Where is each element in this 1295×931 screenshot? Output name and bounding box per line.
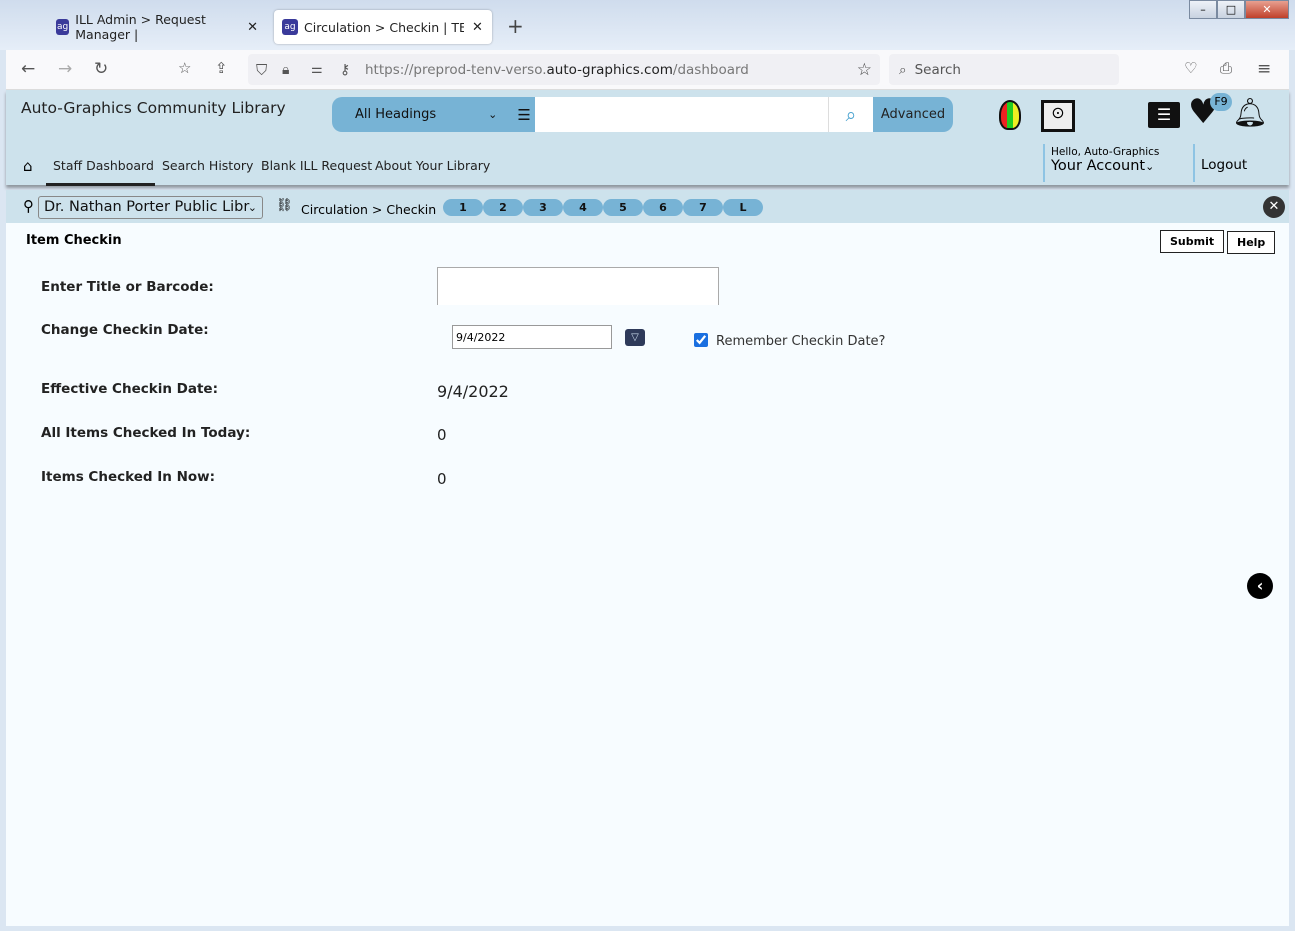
active-nav-underline: [46, 183, 155, 186]
chevron-left-icon[interactable]: ‹: [1247, 573, 1273, 599]
lock-warning-icon[interactable]: 🔒︎: [282, 62, 289, 78]
window-controls: – □ ✕: [1189, 0, 1289, 19]
list-icon[interactable]: ☰: [1148, 102, 1180, 128]
close-tab-icon[interactable]: ✕: [247, 20, 258, 35]
print-icon[interactable]: ⎙: [1220, 59, 1232, 77]
search-records-icon[interactable]: ⊙: [1041, 100, 1075, 132]
app-favicon-icon: ag: [56, 19, 70, 35]
chevron-down-icon: ⌄: [1145, 160, 1155, 173]
maximize-icon[interactable]: □: [1217, 0, 1245, 19]
page-title: Item Checkin: [26, 233, 122, 248]
url-bar[interactable]: ⛉ 🔒︎ ⚌ ⚷ https://preprod-tenv-verso. auto…: [248, 54, 880, 85]
permissions-icon[interactable]: ⚌: [311, 62, 323, 77]
all-today-value: 0: [437, 426, 447, 444]
breadcrumb: Circulation > Checkin: [301, 202, 437, 217]
search-scope-select[interactable]: All Headings ⌄ ☰: [332, 97, 535, 132]
balloon-icon[interactable]: [999, 100, 1021, 130]
account-menu[interactable]: Hello, Auto-Graphics Your Account⌄: [1043, 144, 1159, 182]
shield-icon[interactable]: ⛉: [256, 61, 267, 79]
tab-ill-admin[interactable]: ag ILL Admin > Request Manager | ✕: [48, 10, 266, 44]
logout-link[interactable]: Logout: [1193, 144, 1247, 182]
key-icon[interactable]: ⚷: [340, 62, 350, 78]
help-button[interactable]: Help: [1227, 231, 1276, 254]
url-prefix: https://preprod-tenv-verso.: [365, 61, 547, 78]
greeting: Hello, Auto-Graphics: [1051, 146, 1160, 158]
effective-date-label: Effective Checkin Date:: [41, 381, 218, 397]
app-header: Auto-Graphics Community Library All Head…: [6, 90, 1289, 186]
search-icon: ⌕: [899, 61, 907, 78]
tab-circulation-checkin[interactable]: ag Circulation > Checkin | TENV | p ✕: [274, 10, 492, 44]
forward-icon[interactable]: →: [58, 59, 72, 79]
minimize-icon[interactable]: –: [1189, 0, 1217, 19]
share-icon[interactable]: ⇪: [215, 59, 228, 77]
location-pin-icon: ⚲: [23, 197, 34, 215]
account-label: Your Account: [1051, 158, 1146, 174]
chevron-down-icon: ⌄: [247, 201, 257, 214]
title-barcode-label: Enter Title or Barcode:: [41, 279, 214, 295]
url-domain: auto-graphics.com: [546, 61, 673, 78]
all-today-label: All Items Checked In Today:: [41, 425, 251, 441]
library-select-value: Dr. Nathan Porter Public Libr: [44, 199, 250, 215]
star-icon[interactable]: ☆: [857, 60, 872, 80]
home-icon[interactable]: ⌂: [23, 157, 33, 175]
menu-icon[interactable]: ≡: [1257, 59, 1271, 79]
nav-search-history[interactable]: Search History: [162, 158, 253, 173]
back-icon[interactable]: ←: [21, 59, 35, 79]
search-scope-label: All Headings: [355, 107, 437, 122]
item-checkin-panel: Item Checkin Submit Help Enter Title or …: [6, 223, 1289, 926]
nav-about-your-library[interactable]: About Your Library: [375, 158, 490, 173]
advanced-search-button[interactable]: Advanced: [873, 97, 953, 132]
favorites-badge: F9: [1210, 93, 1232, 111]
catalog-search: All Headings ⌄ ☰ ⌕ Advanced: [332, 97, 953, 132]
session-pill-l[interactable]: L: [723, 199, 763, 216]
close-window-icon[interactable]: ✕: [1245, 0, 1289, 19]
session-pill-3[interactable]: 3: [523, 199, 563, 216]
nav-staff-dashboard[interactable]: Staff Dashboard: [53, 158, 154, 173]
breadcrumb-bar: ⚲ Dr. Nathan Porter Public Libr ⌄ ⛓ Circu…: [6, 190, 1289, 223]
session-pill-7[interactable]: 7: [683, 199, 723, 216]
chevron-down-icon: ⌄: [488, 108, 498, 121]
link-icon: ⛓: [276, 198, 293, 213]
search-icon: ⌕: [845, 103, 857, 126]
change-date-label: Change Checkin Date:: [41, 322, 209, 338]
session-pill-4[interactable]: 4: [563, 199, 603, 216]
tab-title: ILL Admin > Request Manager |: [75, 12, 206, 42]
url-path: /dashboard: [672, 61, 749, 78]
database-icon[interactable]: ☰: [517, 106, 530, 124]
close-circle-icon[interactable]: ✕: [1263, 196, 1285, 218]
close-tab-icon[interactable]: ✕: [472, 20, 483, 35]
submit-button[interactable]: Submit: [1160, 230, 1225, 253]
effective-date-value: 9/4/2022: [437, 382, 509, 401]
browser-toolbar: ← → ↻ ☆ ⇪ ⛉ 🔒︎ ⚌ ⚷ https://preprod-tenv-…: [6, 50, 1289, 90]
checked-now-value: 0: [437, 470, 447, 488]
app-favicon-icon: ag: [282, 19, 298, 35]
remember-date-label: Remember Checkin Date?: [716, 334, 886, 349]
nav-blank-ill-request[interactable]: Blank ILL Request: [261, 158, 372, 173]
library-select[interactable]: Dr. Nathan Porter Public Libr ⌄: [38, 196, 263, 219]
bookmark-page-icon[interactable]: ☆: [178, 59, 191, 77]
tab-title: Circulation > Checkin | TENV | p: [304, 19, 464, 35]
pocket-icon[interactable]: ♡: [1184, 59, 1197, 77]
browser-tab-strip: ag ILL Admin > Request Manager | ✕ ag Ci…: [0, 0, 1295, 50]
remember-date-checkbox[interactable]: [694, 333, 708, 347]
checkin-date-input[interactable]: [452, 325, 612, 349]
calendar-dropdown-icon[interactable]: ▽: [625, 329, 645, 346]
session-pill-5[interactable]: 5: [603, 199, 643, 216]
session-pill-2[interactable]: 2: [483, 199, 523, 216]
session-pill-6[interactable]: 6: [643, 199, 683, 216]
checked-now-label: Items Checked In Now:: [41, 469, 216, 485]
search-input[interactable]: [535, 97, 828, 132]
library-name: Auto-Graphics Community Library: [21, 99, 286, 117]
search-button[interactable]: ⌕: [828, 97, 873, 132]
title-barcode-input[interactable]: [437, 267, 719, 305]
search-placeholder: Search: [914, 61, 961, 78]
session-pill-1[interactable]: 1: [443, 199, 483, 216]
reload-icon[interactable]: ↻: [94, 59, 108, 79]
browser-search[interactable]: ⌕ Search: [889, 54, 1119, 85]
bell-icon[interactable]: 🔔︎: [1232, 96, 1268, 129]
new-tab-icon[interactable]: +: [507, 14, 524, 38]
